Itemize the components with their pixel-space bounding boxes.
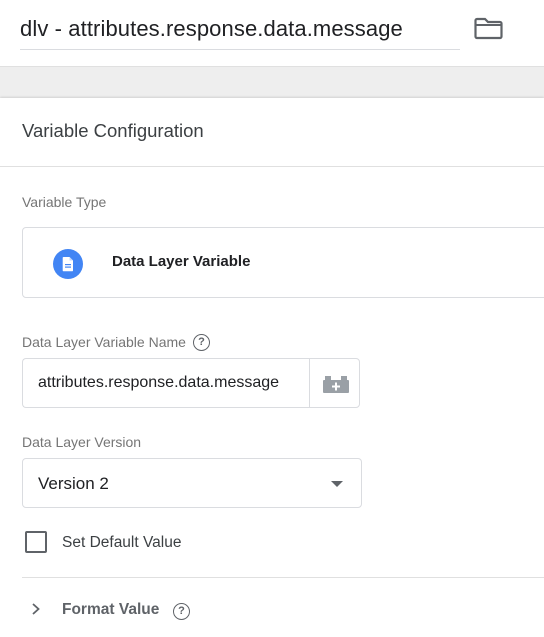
- variable-name-value[interactable]: attributes.response.data.message: [38, 374, 300, 392]
- variable-title[interactable]: dlv - attributes.response.data.message: [20, 16, 403, 42]
- version-select[interactable]: Version 2: [22, 458, 362, 508]
- folder-button[interactable]: [474, 14, 504, 42]
- variable-title-field[interactable]: dlv - attributes.response.data.message: [20, 10, 460, 50]
- card-divider: [0, 166, 544, 167]
- format-value-toggle[interactable]: Format Value: [22, 593, 222, 627]
- card-title: Variable Configuration: [22, 120, 204, 141]
- document-icon: [53, 249, 83, 279]
- folder-icon: [474, 17, 503, 40]
- section-divider: [22, 577, 544, 578]
- variable-name-input[interactable]: attributes.response.data.message: [22, 358, 310, 408]
- header: dlv - attributes.response.data.message: [0, 0, 544, 66]
- variable-type-selector[interactable]: Data Layer Variable: [22, 227, 544, 298]
- dropdown-caret-icon: [331, 481, 343, 487]
- chevron-right-icon: [32, 603, 40, 615]
- version-selected-value: Version 2: [38, 474, 109, 493]
- variable-name-label: Data Layer Variable Name: [22, 334, 186, 350]
- variable-configuration-card: Variable Configuration Variable Type Dat…: [0, 98, 544, 637]
- help-icon[interactable]: ?: [193, 334, 210, 351]
- variable-type-name: Data Layer Variable: [112, 253, 251, 270]
- version-label: Data Layer Version: [22, 434, 142, 450]
- format-value-label: Format Value: [62, 601, 160, 618]
- page-gutter: [0, 66, 544, 100]
- variable-type-label: Variable Type: [22, 194, 107, 210]
- default-value-label[interactable]: Set Default Value: [62, 534, 181, 552]
- default-value-checkbox[interactable]: [25, 531, 47, 553]
- help-icon[interactable]: ?: [173, 603, 190, 620]
- insert-variable-button[interactable]: [309, 358, 360, 408]
- lego-brick-plus-icon: [323, 376, 349, 393]
